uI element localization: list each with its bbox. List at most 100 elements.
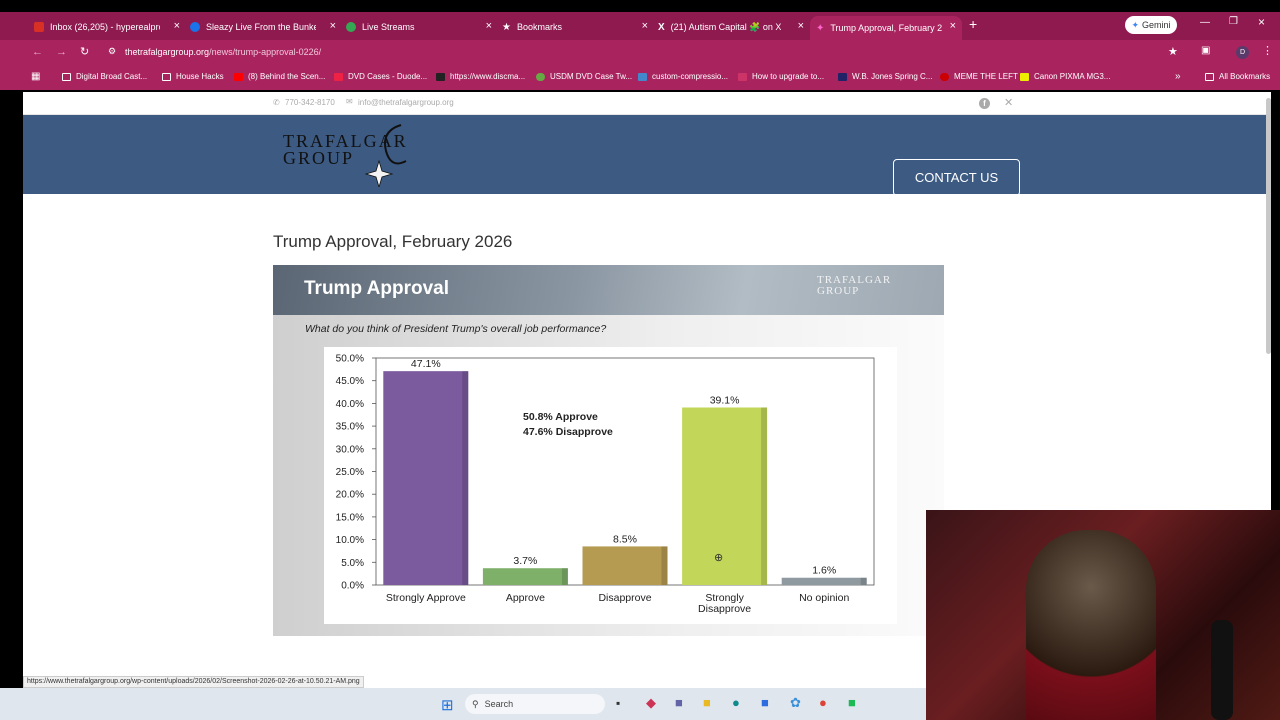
- taskbar-search[interactable]: ⚲ Search: [465, 694, 605, 714]
- close-icon[interactable]: ×: [330, 20, 336, 32]
- search-placeholder: Search: [484, 699, 514, 709]
- restore-button[interactable]: ❐: [1229, 16, 1238, 27]
- search-icon: ⚲: [472, 698, 479, 709]
- tab-bookmarks[interactable]: ★ Bookmarks ×: [502, 16, 648, 38]
- bookmark-item[interactable]: (8) Behind the Scen...: [234, 72, 325, 81]
- tab-trump-approval[interactable]: ✦ Trump Approval, February 2026 ×: [810, 16, 962, 40]
- bookmark-item[interactable]: DVD Cases - Duode...: [334, 72, 427, 81]
- bookmark-item[interactable]: MEME THE LEFT: [940, 72, 1018, 81]
- x-category-label: Disapprove: [598, 592, 651, 604]
- bookmark-item[interactable]: custom-compressio...: [638, 72, 728, 81]
- chart-image[interactable]: Trump Approval TRAFALGAR GROUP What do y…: [273, 265, 944, 636]
- new-tab-button[interactable]: +: [969, 16, 977, 32]
- tab-gmail[interactable]: Inbox (26,205) - hyperealprod@... ×: [34, 16, 180, 38]
- bookmark-item[interactable]: W.B. Jones Spring C...: [838, 72, 932, 81]
- close-icon[interactable]: ×: [486, 20, 492, 32]
- url-path: /news/trump-approval-0226/: [209, 47, 322, 57]
- y-tick-label: 40.0%: [336, 399, 364, 410]
- folder-icon: [1205, 72, 1214, 81]
- contact-us-button[interactable]: CONTACT US: [893, 159, 1020, 196]
- apps-grid-icon[interactable]: ▦: [31, 71, 40, 82]
- copilot-icon[interactable]: ◆: [646, 695, 656, 711]
- bar-value-label: 8.5%: [613, 533, 637, 545]
- phone-number[interactable]: 770-342-8170: [285, 98, 335, 107]
- x-social-icon[interactable]: ✕: [1004, 96, 1013, 109]
- more-bookmarks-icon[interactable]: »: [1175, 71, 1181, 82]
- profile-avatar[interactable]: D: [1236, 46, 1249, 59]
- webcam-overlay: [926, 510, 1280, 720]
- bookmark-label: (8) Behind the Scen...: [248, 72, 326, 81]
- chrome-icon[interactable]: ●: [819, 695, 827, 710]
- cursor-zoom-icon: ⊕: [714, 552, 724, 564]
- compass-icon: [364, 124, 407, 187]
- y-tick-label: 25.0%: [336, 467, 364, 478]
- tab-label: Trump Approval, February 2026: [830, 23, 943, 33]
- minimize-button[interactable]: —: [1200, 17, 1210, 28]
- app-icon[interactable]: ■: [848, 695, 856, 710]
- bookmark-label: How to upgrade to...: [752, 72, 825, 81]
- tab-x[interactable]: X (21) Autism Capital 🧩 on X: "C... ×: [658, 16, 804, 38]
- gemini-button[interactable]: ✦ Gemini: [1125, 16, 1177, 34]
- teams-icon[interactable]: ■: [675, 695, 683, 710]
- site-logo[interactable]: TRAFALGAR GROUP: [281, 121, 496, 187]
- side-panel-icon[interactable]: ▣: [1201, 45, 1210, 56]
- bookmark-label: Digital Broad Cast...: [76, 72, 148, 81]
- all-bookmarks-label: All Bookmarks: [1219, 72, 1271, 81]
- close-window-button[interactable]: ×: [1258, 15, 1265, 29]
- email-link[interactable]: info@thetrafalgargroup.org: [358, 98, 454, 107]
- y-tick-label: 15.0%: [336, 512, 364, 523]
- bar: [781, 577, 867, 585]
- tab-strip: Inbox (26,205) - hyperealprod@... × Slea…: [0, 12, 1280, 40]
- tab-label: Inbox (26,205) - hyperealprod@...: [50, 22, 160, 32]
- close-icon[interactable]: ×: [642, 20, 648, 32]
- site-header: TRAFALGAR GROUP CONTACT US: [23, 115, 1271, 196]
- bookmark-item[interactable]: USDM DVD Case Tw...: [536, 72, 632, 81]
- store-icon[interactable]: ■: [761, 695, 769, 710]
- reload-icon[interactable]: ↻: [80, 45, 89, 58]
- bookmarks-bar: ▦ Digital Broad Cast... House Hacks (8) …: [0, 66, 1280, 90]
- close-icon[interactable]: ×: [798, 20, 804, 32]
- bookmark-label: MEME THE LEFT: [954, 72, 1018, 81]
- close-icon[interactable]: ×: [950, 20, 956, 32]
- forward-icon[interactable]: →: [56, 46, 67, 58]
- file-explorer-icon[interactable]: ■: [703, 695, 711, 710]
- y-tick-label: 0.0%: [341, 581, 364, 592]
- bookmark-item[interactable]: https://www.discma...: [436, 72, 525, 81]
- windows-start-icon[interactable]: ⊞: [441, 696, 454, 714]
- site-icon: [838, 72, 847, 81]
- edge-icon[interactable]: ●: [732, 695, 740, 710]
- bookmark-item[interactable]: Digital Broad Cast...: [62, 72, 147, 81]
- y-tick-label: 20.0%: [336, 490, 364, 501]
- close-icon[interactable]: ×: [174, 20, 180, 32]
- page-title: Trump Approval, February 2026: [273, 232, 513, 251]
- bookmark-item[interactable]: How to upgrade to...: [738, 72, 824, 81]
- bar-shade: [561, 568, 568, 585]
- bar-value-label: 3.7%: [513, 555, 537, 567]
- tab-rumble[interactable]: Sleazy Live From the Bunker 2/... ×: [190, 16, 336, 38]
- bar-value-label: 47.1%: [411, 358, 441, 370]
- site-info-icon[interactable]: ⚙: [108, 46, 116, 57]
- bar: [582, 546, 668, 585]
- y-tick-label: 5.0%: [341, 558, 364, 569]
- webcam-microphone: [1211, 620, 1233, 720]
- profile-initial: D: [1239, 49, 1246, 56]
- app-icon[interactable]: ✿: [790, 695, 801, 711]
- bookmark-item[interactable]: House Hacks: [162, 72, 224, 81]
- email-icon: ✉: [346, 97, 353, 106]
- status-bubble: https://www.thetrafalgargroup.org/wp-con…: [23, 676, 364, 688]
- menu-icon[interactable]: ⋮: [1262, 44, 1273, 57]
- site-icon: [436, 72, 445, 81]
- bookmark-star-icon[interactable]: ★: [1168, 45, 1178, 58]
- scrollbar-thumb[interactable]: [1266, 98, 1271, 354]
- tab-label: Bookmarks: [516, 22, 562, 32]
- tab-live-streams[interactable]: Live Streams ×: [346, 16, 492, 38]
- facebook-icon[interactable]: f: [979, 98, 990, 109]
- chart-banner-logo: TRAFALGAR GROUP: [817, 274, 892, 297]
- back-icon[interactable]: ←: [32, 46, 43, 58]
- bookmark-item[interactable]: Canon PIXMA MG3...: [1020, 72, 1110, 81]
- all-bookmarks[interactable]: All Bookmarks: [1205, 72, 1270, 81]
- url-field[interactable]: thetrafalgargroup.org/news/trump-approva…: [125, 47, 321, 57]
- task-view-icon[interactable]: ▪: [616, 696, 620, 710]
- bookmark-label: W.B. Jones Spring C...: [852, 72, 933, 81]
- bar-shade: [661, 546, 668, 585]
